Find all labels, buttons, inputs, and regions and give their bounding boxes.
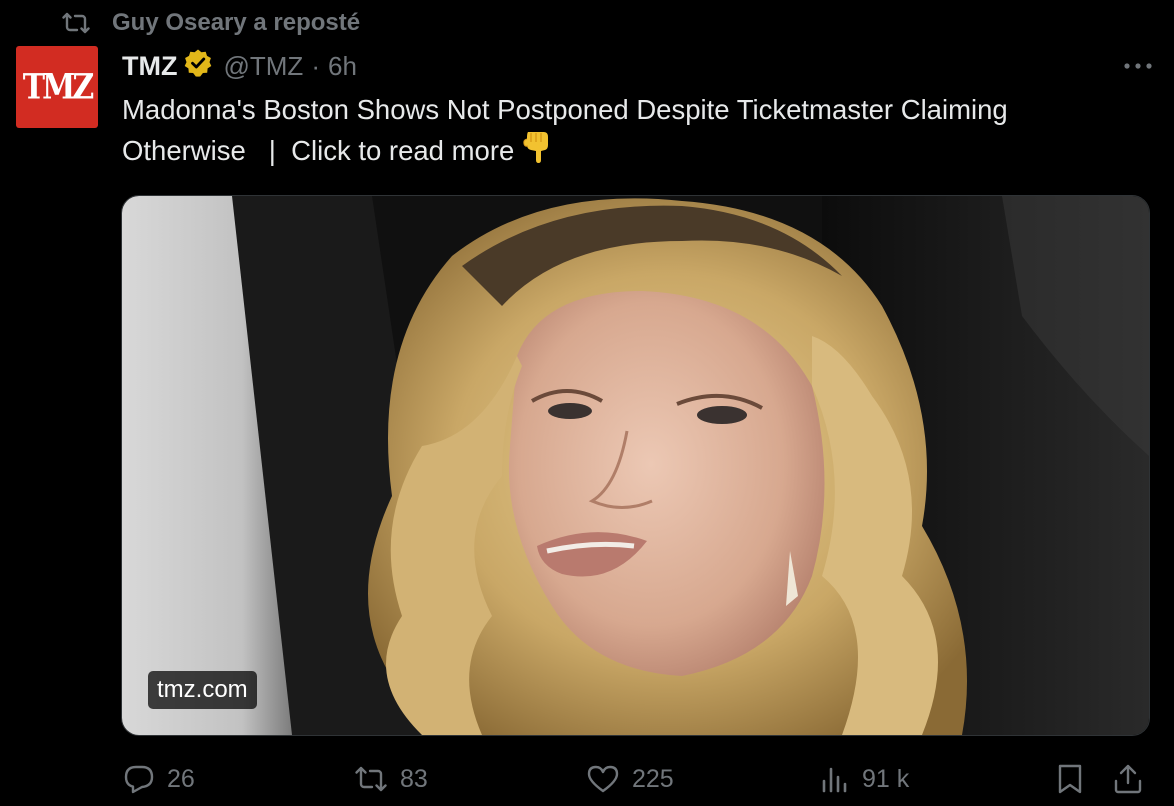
views-count: 91 k xyxy=(862,764,910,793)
more-options-button[interactable] xyxy=(1120,52,1156,80)
separator-dot: · xyxy=(311,50,320,81)
more-icon xyxy=(1124,63,1152,69)
reply-count: 26 xyxy=(167,764,195,793)
views-button[interactable]: 91 k xyxy=(820,756,909,802)
repost-action-icon xyxy=(354,765,388,793)
repost-button[interactable]: 83 xyxy=(354,756,428,802)
views-chart-icon xyxy=(820,764,850,794)
portrait-photo xyxy=(122,196,1149,735)
share-button[interactable] xyxy=(1112,756,1144,802)
tweet-text-line-1: Madonna's Boston Shows Not Postponed Des… xyxy=(122,94,1008,125)
card-domain-label[interactable]: tmz.com xyxy=(148,671,257,709)
author-name[interactable]: TMZ xyxy=(122,51,177,82)
link-card-image[interactable]: tmz.com xyxy=(121,195,1150,736)
action-bar: 26 83 225 91 k xyxy=(0,756,1174,802)
share-icon xyxy=(1112,763,1144,795)
reply-button[interactable]: 26 xyxy=(123,756,195,802)
tweet-text: Madonna's Boston Shows Not Postponed Des… xyxy=(122,90,1152,175)
tweet-header: TMZ @TMZ · 6h xyxy=(122,48,357,84)
author-handle[interactable]: @TMZ xyxy=(223,51,303,82)
verified-badge-icon[interactable] xyxy=(183,48,213,85)
tweet[interactable]: Guy Oseary a reposté TMZ TMZ @TMZ · 6h M… xyxy=(0,0,1174,806)
reply-icon xyxy=(123,764,155,794)
avatar[interactable]: TMZ xyxy=(16,46,98,128)
tmz-logo: TMZ xyxy=(22,66,94,108)
bookmark-button[interactable] xyxy=(1056,756,1084,802)
like-button[interactable]: 225 xyxy=(586,756,674,802)
repost-context[interactable]: Guy Oseary a reposté xyxy=(62,6,360,40)
timestamp[interactable]: 6h xyxy=(328,51,357,82)
pointing-down-emoji-icon xyxy=(522,130,552,175)
heart-icon xyxy=(586,764,620,794)
bookmark-icon xyxy=(1056,763,1084,795)
tweet-text-line-2: Otherwise | Click to read more xyxy=(122,130,1152,175)
repost-count: 83 xyxy=(400,764,428,793)
repost-icon xyxy=(62,11,90,35)
tweet-text-line-2-content: Otherwise | Click to read more xyxy=(122,134,515,166)
like-count: 225 xyxy=(632,764,674,793)
repost-text[interactable]: Guy Oseary a reposté xyxy=(112,9,360,37)
